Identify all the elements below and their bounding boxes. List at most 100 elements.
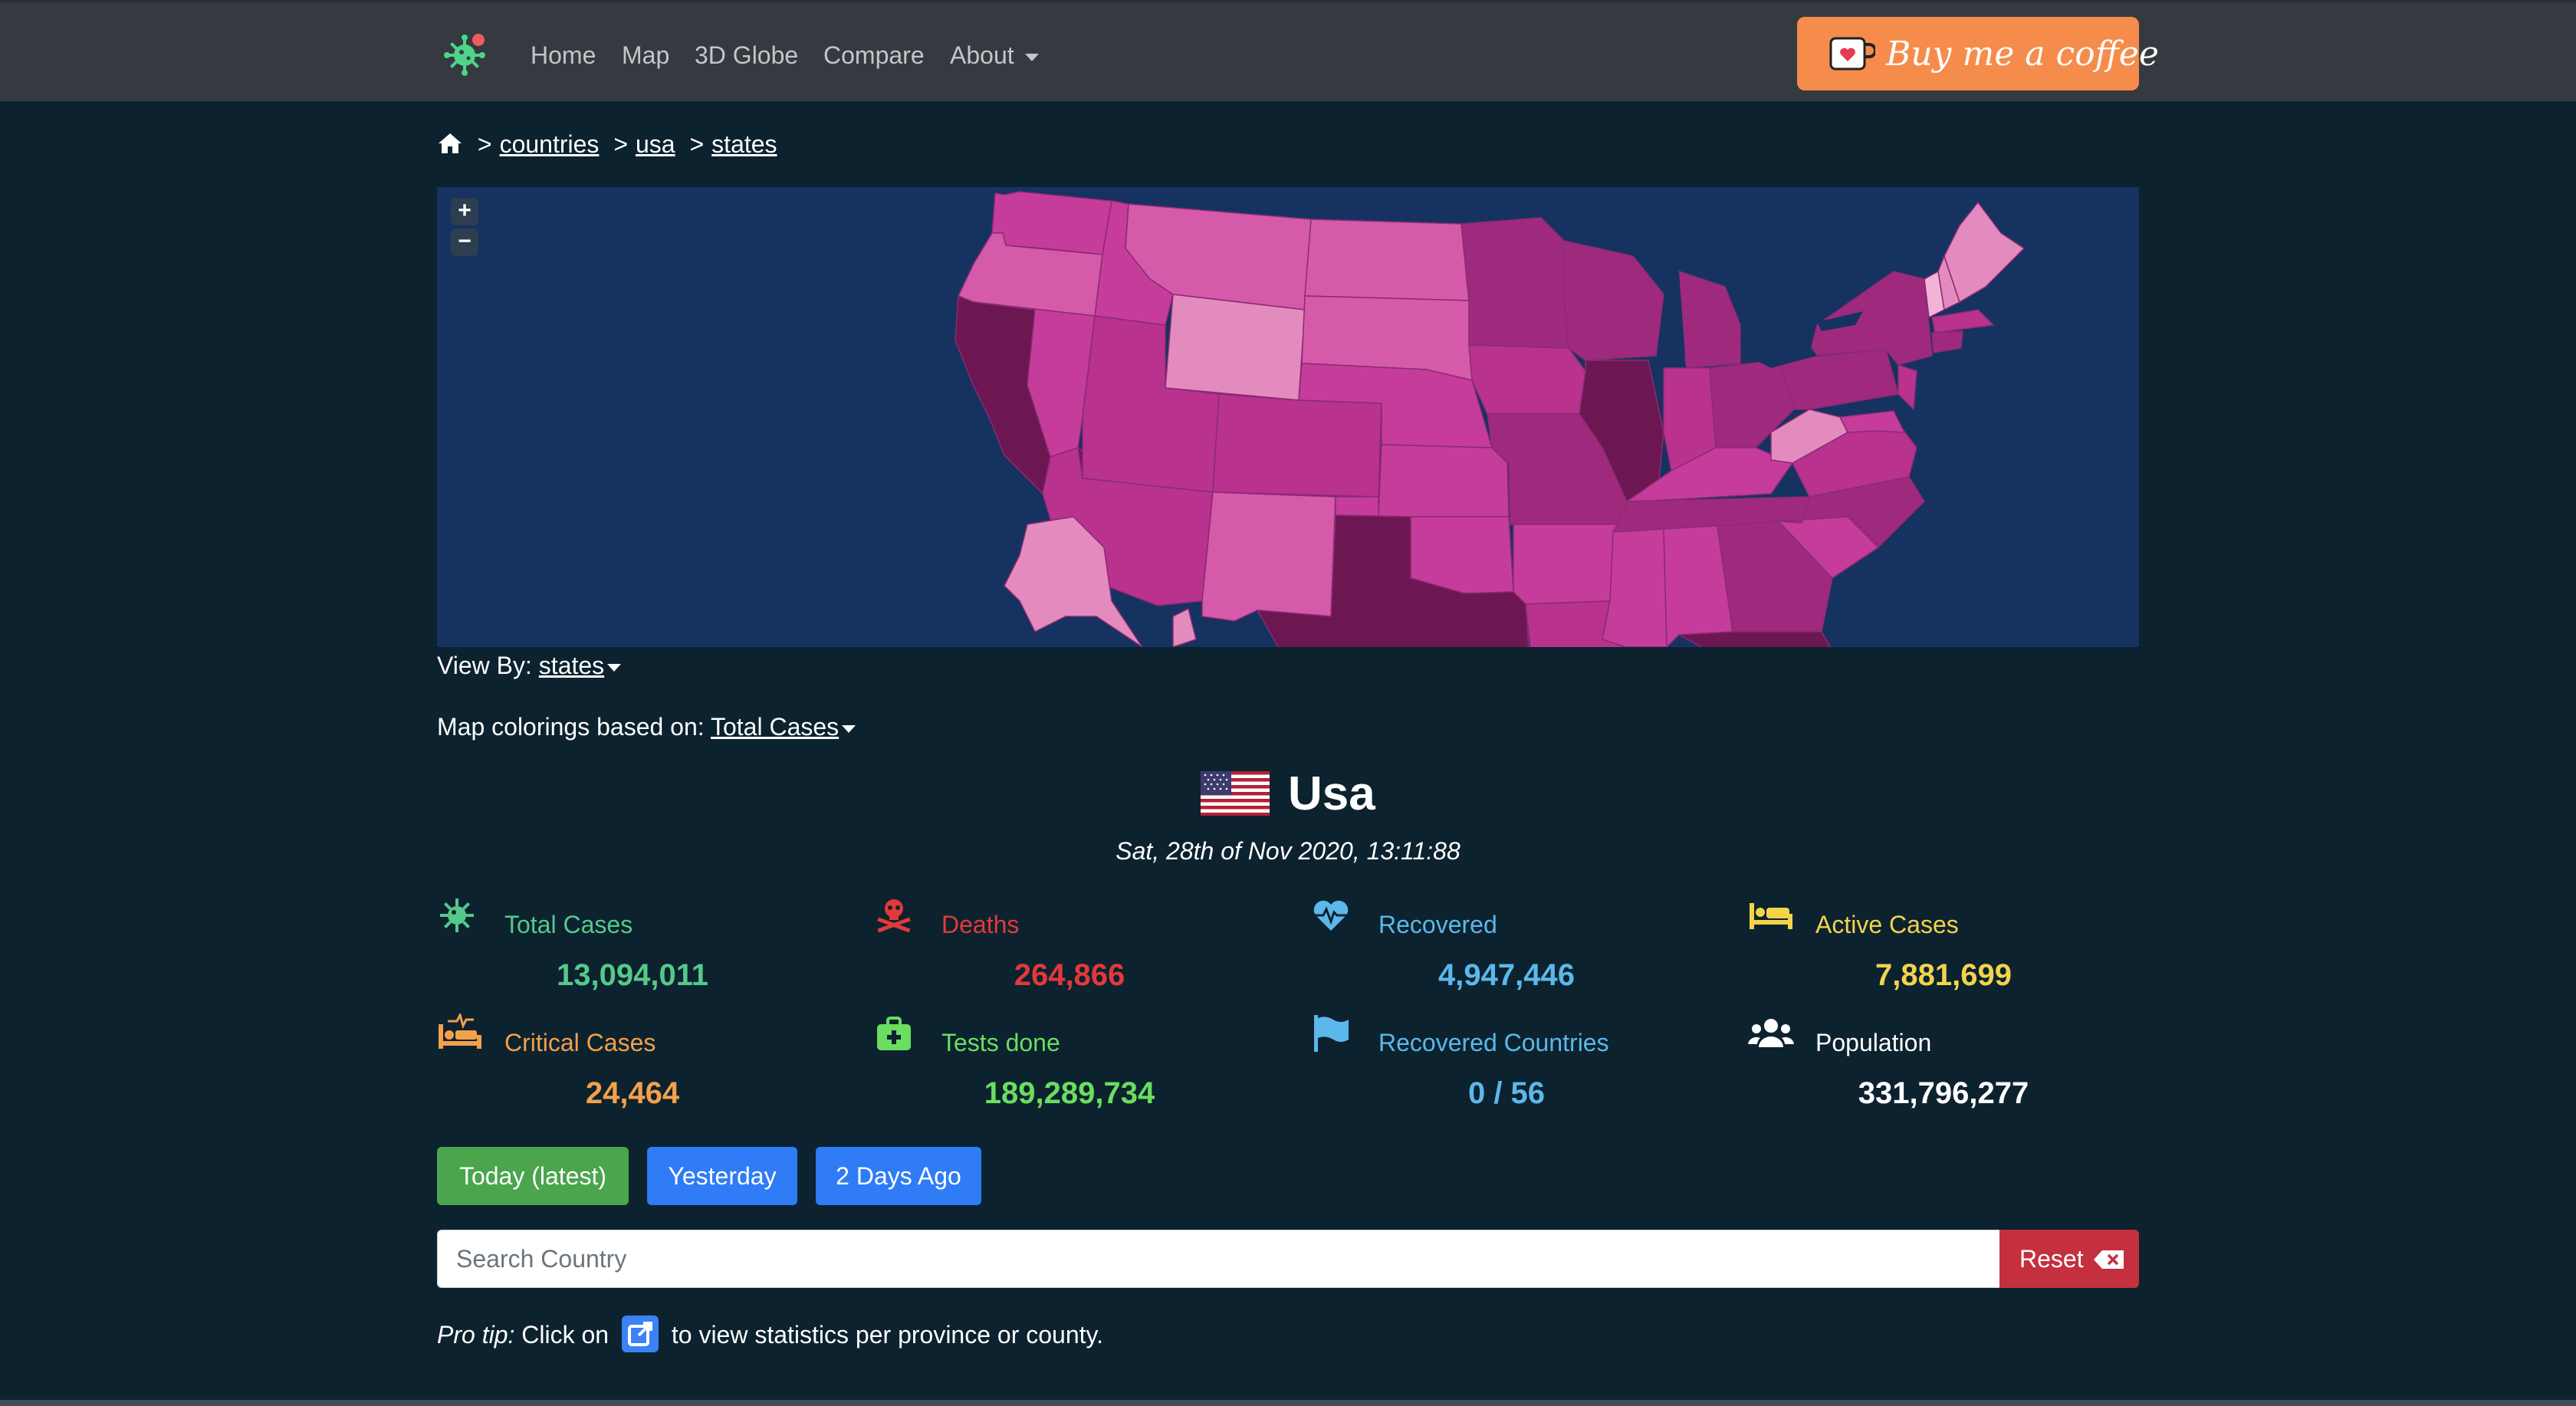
stat-label: Recovered Countries [1378, 1029, 1609, 1056]
top-navbar: Home Map 3D Globe Compare About Buy me a… [0, 0, 2576, 101]
stat-critical-cases: Critical Cases 24,464 [437, 1013, 820, 1121]
bed-icon [1750, 903, 1792, 929]
stat-value: 24,464 [585, 1076, 680, 1110]
state-new-jersey [1898, 363, 1917, 411]
state-maine [1944, 201, 2026, 304]
stat-deaths: Deaths 264,866 [874, 895, 1257, 1003]
state-massachusetts [1931, 309, 1995, 333]
stat-recovered: Recovered 4,947,446 [1311, 895, 1694, 1003]
state-maryland [1838, 410, 1906, 433]
view-by-value: states [538, 652, 605, 679]
last-updated-timestamp: Sat, 28th of Nov 2020, 13:11:88 [1116, 837, 1460, 865]
zoom-in-button[interactable]: + [451, 198, 478, 225]
state-michigan [1678, 270, 1741, 369]
stat-total-cases: Total Cases 13,094,011 [437, 895, 820, 1003]
flag-icon [1314, 1015, 1349, 1052]
breadcrumb: > countries > usa > states [437, 129, 777, 159]
state-wyoming [1165, 294, 1306, 401]
chevron-down-icon [842, 724, 856, 733]
pro-tip-text-after: to view statistics per province or count… [671, 1321, 1104, 1349]
stat-value: 13,094,011 [557, 958, 708, 992]
skull-crossbones-icon [877, 899, 911, 933]
state-new-york [1809, 271, 1933, 366]
pro-tip-prefix: Pro tip: [437, 1321, 515, 1349]
usa-states-map[interactable]: + − [437, 187, 2139, 647]
footer-divider [0, 1400, 2576, 1406]
nav-about-label: About [950, 41, 1014, 69]
procedures-icon [439, 1013, 481, 1049]
view-by-control: View By: states [437, 650, 622, 681]
stat-label: Total Cases [504, 911, 633, 938]
stat-value: 331,796,277 [1858, 1076, 2029, 1110]
view-by-label: View By: [437, 652, 532, 679]
state-arkansas [1513, 524, 1618, 605]
reset-label: Reset [2019, 1245, 2084, 1273]
state-hawaii [1172, 607, 1197, 647]
stat-recovered-countries: Recovered Countries 0 / 56 [1311, 1013, 1694, 1121]
coffee-label: Buy me a coffee [1886, 34, 2159, 74]
country-title: Usa [1288, 767, 1375, 820]
breadcrumb-states[interactable]: states [711, 130, 777, 158]
users-icon [1748, 1019, 1794, 1047]
state-new-mexico [1201, 491, 1336, 622]
today-latest-button[interactable]: Today (latest) [437, 1147, 629, 1205]
breadcrumb-separator: > [477, 130, 492, 158]
stat-tests-done: Tests done 189,289,734 [874, 1013, 1257, 1121]
map-coloring-dropdown[interactable]: Total Cases [711, 713, 856, 741]
breadcrumb-separator: > [689, 130, 705, 158]
heartbeat-icon [1313, 900, 1349, 931]
stat-population: Population 331,796,277 [1748, 1013, 2131, 1121]
zoom-out-button[interactable]: − [451, 228, 478, 256]
map-coloring-label: Map colorings based on: [437, 713, 705, 741]
stat-label: Tests done [941, 1029, 1060, 1056]
usa-flag-icon [1201, 771, 1270, 816]
breadcrumb-countries[interactable]: countries [500, 130, 600, 158]
reset-button[interactable]: Reset [1999, 1230, 2139, 1288]
state-colorado [1212, 393, 1382, 498]
state-kansas [1378, 444, 1510, 517]
stat-label: Critical Cases [504, 1029, 656, 1056]
stat-value: 7,881,699 [1875, 958, 2012, 992]
us-states-choropleth[interactable] [437, 187, 2139, 647]
two-days-ago-button[interactable]: 2 Days Ago [816, 1147, 981, 1205]
chevron-down-icon[interactable] [607, 663, 622, 672]
backspace-icon [2094, 1250, 2124, 1269]
stat-active-cases: Active Cases 7,881,699 [1748, 895, 2131, 1003]
nav-home[interactable]: Home [531, 40, 596, 71]
state-north-dakota [1304, 218, 1470, 301]
stat-label: Deaths [941, 911, 1020, 938]
stat-label: Population [1815, 1029, 1932, 1056]
coffee-cup-icon [1829, 37, 1875, 71]
chevron-down-icon [1024, 53, 1039, 61]
stat-value: 189,289,734 [984, 1076, 1155, 1110]
virus-logo-icon[interactable] [442, 29, 491, 78]
stat-value: 264,866 [1014, 958, 1125, 992]
nav-about-dropdown[interactable]: About [950, 40, 1039, 71]
map-coloring-value: Total Cases [710, 713, 840, 741]
virus-icon [440, 898, 474, 932]
state-wisconsin [1563, 240, 1664, 361]
stat-label: Active Cases [1815, 911, 1959, 938]
state-iowa [1468, 344, 1586, 415]
yesterday-button[interactable]: Yesterday [647, 1147, 797, 1205]
stat-value: 0 / 56 [1467, 1076, 1546, 1110]
state-washington [991, 191, 1112, 255]
breadcrumb-separator: > [613, 130, 628, 158]
nav-compare[interactable]: Compare [823, 40, 925, 71]
view-by-dropdown[interactable]: states [539, 652, 604, 679]
external-link-icon[interactable] [621, 1316, 659, 1352]
state-mississippi [1602, 528, 1668, 647]
home-icon[interactable] [437, 132, 463, 155]
medkit-icon [877, 1017, 911, 1050]
state-florida [1677, 631, 1832, 647]
buy-me-a-coffee-button[interactable]: Buy me a coffee [1797, 17, 2159, 90]
stat-label: Recovered [1378, 911, 1497, 938]
map-coloring-control: Map colorings based on: Total Cases [437, 711, 856, 742]
nav-3d-globe[interactable]: 3D Globe [695, 40, 798, 71]
search-country-input[interactable] [437, 1230, 2001, 1288]
pro-tip-text-before: Click on [521, 1321, 610, 1349]
nav-map[interactable]: Map [622, 40, 669, 71]
breadcrumb-usa[interactable]: usa [636, 130, 675, 158]
pro-tip: Pro tip: Click on to view statistics per… [437, 1316, 1103, 1352]
state-connecticut [1931, 330, 1963, 353]
